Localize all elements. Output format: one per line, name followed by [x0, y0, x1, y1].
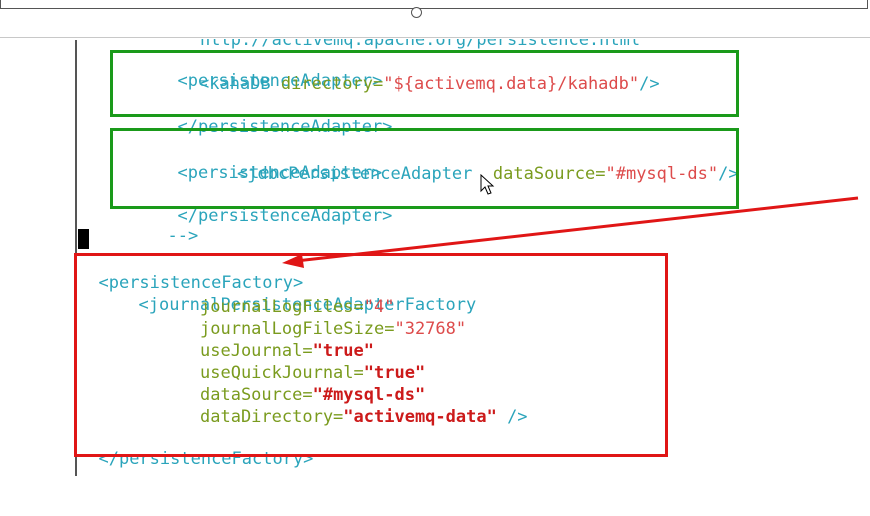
mouse-pointer-icon [480, 174, 495, 195]
red-arrow-annotation [282, 196, 859, 268]
arrow-shaft [295, 196, 859, 263]
arrow-head [282, 254, 304, 268]
